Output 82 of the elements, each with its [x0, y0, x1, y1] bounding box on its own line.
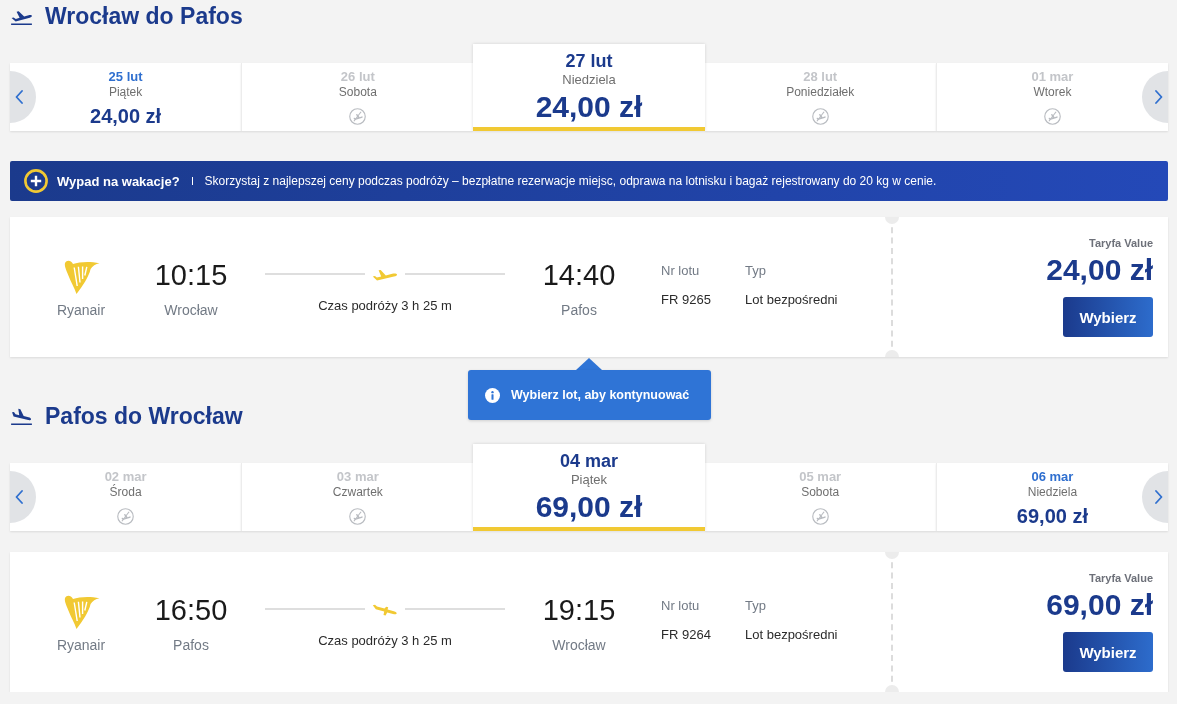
date-tab[interactable]: 27 lut Niedziela 24,00 zł	[473, 44, 705, 131]
arrival-city: Pafos	[561, 301, 597, 319]
fare-name: Taryfa Value	[1089, 236, 1153, 250]
weekday-label: Piątek	[108, 85, 143, 99]
date-tab[interactable]: 01 mar Wtorek	[935, 63, 1168, 131]
info-icon	[485, 387, 500, 403]
chevron-left-icon	[15, 490, 23, 504]
plus-circle-icon[interactable]	[24, 169, 48, 193]
chevron-right-icon	[1155, 490, 1163, 504]
arrival-city: Wrocław	[552, 636, 606, 654]
arrival-time: 14:40	[542, 258, 616, 293]
date-label: 02 mar	[104, 469, 147, 484]
no-flight-icon	[349, 508, 367, 525]
no-flight-icon	[349, 108, 367, 125]
date-tab[interactable]: 02 mar Środa	[10, 463, 242, 531]
departure-time: 16:50	[154, 593, 228, 628]
weekday-label: Poniedziałek	[786, 85, 855, 99]
date-label: 05 mar	[799, 469, 842, 485]
flight-type: Lot bezpośredni	[745, 291, 838, 309]
weekday-label: Niedziela	[1027, 485, 1078, 499]
departure-city: Wrocław	[164, 301, 218, 319]
weekday-label: Środa	[109, 485, 142, 499]
no-flight-icon	[1043, 108, 1061, 125]
route-title: Wrocław do Pafos	[45, 2, 243, 31]
weekday-label: Sobota	[338, 85, 377, 99]
chevron-left-icon	[15, 90, 23, 104]
date-label: 04 mar	[560, 450, 619, 472]
date-tab[interactable]: 28 lut Poniedziałek	[704, 63, 936, 131]
harp-logo-icon	[62, 258, 100, 295]
flight-type-label: Typ	[745, 597, 766, 615]
fare-name: Taryfa Value	[1089, 571, 1153, 585]
flight-duration: Czas podróży 3 h 25 m	[318, 632, 452, 650]
promo-headline: Wypad na wakacje?	[57, 173, 180, 189]
departure-time: 10:15	[154, 258, 228, 293]
select-button[interactable]: Wybierz	[1063, 632, 1153, 672]
date-price: 69,00 zł	[535, 489, 643, 525]
weekday-label: Niedziela	[562, 72, 616, 88]
airline-name: Ryanair	[56, 636, 106, 654]
flight-duration: Czas podróży 3 h 25 m	[318, 297, 452, 315]
date-price: 24,00 zł	[535, 89, 643, 125]
fare-price: 69,00 zł	[1046, 587, 1153, 623]
weekday-label: Czwartek	[332, 485, 383, 499]
date-tab[interactable]: 26 lut Sobota	[241, 63, 474, 131]
date-tab[interactable]: 03 mar Czwartek	[241, 463, 474, 531]
chevron-right-icon	[1155, 90, 1163, 104]
weekday-label: Sobota	[801, 485, 840, 499]
weekday-label: Piątek	[570, 472, 608, 488]
no-flight-icon	[811, 108, 829, 125]
harp-logo-icon	[62, 593, 100, 630]
arrival-time: 19:15	[542, 593, 616, 628]
date-price: 24,00 zł	[90, 104, 162, 129]
promo-text: Skorzystaj z najlepszej ceny podczas podróży – bezpłatne rezerwacje miejsc, odprawa na lotnisku i bagaż rejestrowany do 20 kg w cenie.	[204, 174, 937, 188]
date-label: 01 mar	[1031, 69, 1074, 85]
date-label: 27 lut	[565, 50, 613, 72]
flight-number: FR 9265	[661, 291, 711, 309]
departure-city: Pafos	[173, 636, 209, 654]
route-title: Pafos do Wrocław	[45, 402, 243, 431]
tooltip-text: Wybierz lot, aby kontynuować	[511, 388, 690, 402]
date-label: 26 lut	[340, 69, 375, 85]
no-flight-icon	[117, 508, 135, 525]
date-label: 06 mar	[1031, 469, 1074, 485]
plane-landing-icon	[10, 407, 33, 425]
flight-type-label: Typ	[745, 262, 766, 280]
no-flight-icon	[811, 508, 829, 525]
date-price: 69,00 zł	[1016, 504, 1088, 529]
flight-number: FR 9264	[661, 626, 711, 644]
select-button[interactable]: Wybierz	[1063, 297, 1153, 337]
weekday-label: Wtorek	[1033, 85, 1072, 99]
flight-number-label: Nr lotu	[661, 262, 700, 280]
airline-name: Ryanair	[56, 301, 106, 319]
date-tab[interactable]: 06 mar Niedziela 69,00 zł	[935, 463, 1168, 531]
date-tab[interactable]: 25 lut Piątek 24,00 zł	[10, 63, 242, 131]
date-label: 28 lut	[803, 69, 838, 85]
date-label: 25 lut	[108, 69, 143, 85]
airplane-icon	[372, 602, 398, 616]
flight-type: Lot bezpośredni	[745, 626, 838, 644]
flight-number-label: Nr lotu	[661, 597, 700, 615]
date-tab[interactable]: 05 mar Sobota	[704, 463, 936, 531]
fare-price: 24,00 zł	[1046, 252, 1153, 288]
date-label: 03 mar	[336, 469, 379, 485]
airplane-icon	[372, 267, 398, 281]
date-tab[interactable]: 04 mar Piątek 69,00 zł	[473, 444, 705, 531]
